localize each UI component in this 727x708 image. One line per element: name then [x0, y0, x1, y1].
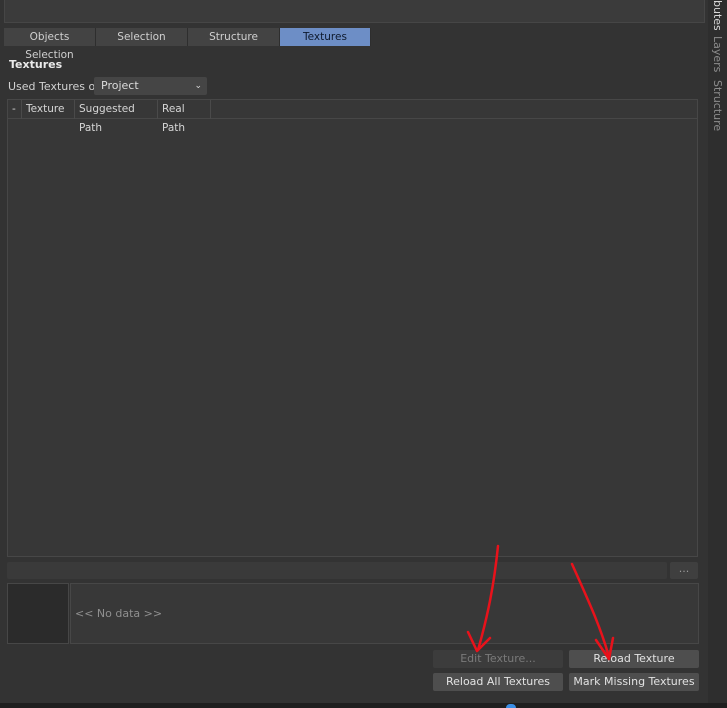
taskbar-edge [0, 703, 727, 708]
table-header: - Texture Suggested Path Real Path [8, 100, 697, 134]
column-header-texture[interactable]: Texture [22, 100, 75, 119]
reload-texture-button[interactable]: Reload Texture [569, 650, 699, 668]
used-textures-label: Used Textures of [8, 80, 100, 93]
side-tab-structure[interactable]: Structure [708, 80, 727, 140]
chevron-down-icon: ⌄ [194, 81, 202, 91]
select-value: Project [101, 79, 139, 92]
mark-missing-textures-button[interactable]: Mark Missing Textures [569, 673, 699, 691]
edit-texture-button[interactable]: Edit Texture... [433, 650, 563, 668]
tab-structure[interactable]: Structure [188, 28, 280, 46]
section-title: Textures [9, 58, 63, 71]
tab-textures[interactable]: Textures [280, 28, 371, 46]
tab-selection[interactable]: Selection [96, 28, 188, 46]
column-header-toggle[interactable]: - [8, 100, 22, 119]
top-input-field[interactable] [4, 0, 705, 23]
reload-all-textures-button[interactable]: Reload All Textures [433, 673, 563, 691]
column-header-real-path[interactable]: Real Path [158, 100, 211, 134]
side-tab-layers[interactable]: Layers [708, 36, 727, 74]
textures-table[interactable]: - Texture Suggested Path Real Path [7, 99, 698, 557]
taskbar-icon [506, 704, 516, 708]
used-textures-select[interactable]: Project ⌄ [94, 77, 207, 95]
no-data-label: << No data >> [75, 607, 163, 620]
browse-button[interactable]: ... [670, 562, 698, 579]
texture-path-field[interactable] [7, 562, 667, 579]
texture-info-panel [70, 583, 699, 644]
side-tab-attributes[interactable]: butes [708, 0, 727, 30]
column-header-suggested-path[interactable]: Suggested Path [75, 100, 158, 134]
side-tab-strip: butes Layers Structure [708, 0, 727, 708]
texture-preview [7, 583, 69, 644]
tab-objects-selection[interactable]: Objects Selection [4, 28, 96, 61]
